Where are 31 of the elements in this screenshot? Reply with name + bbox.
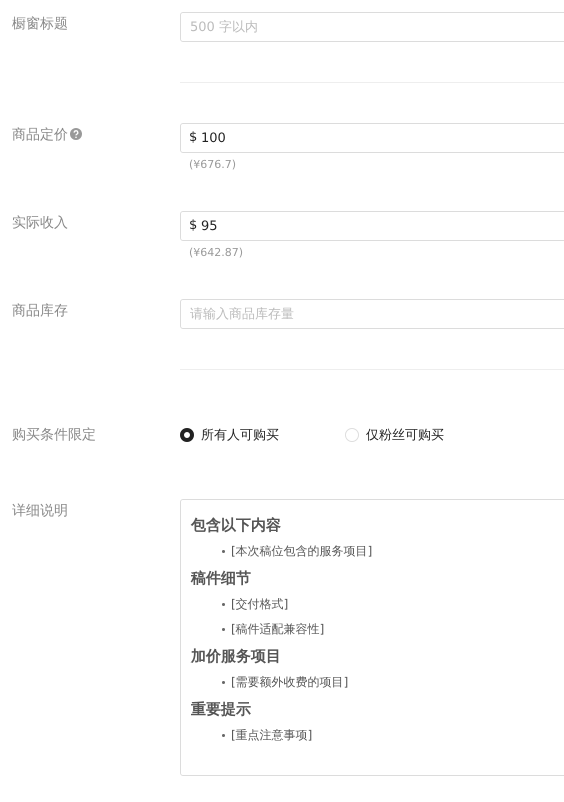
field-label: 橱窗标题 — [12, 15, 68, 33]
field-label: 商品定价 — [12, 126, 68, 144]
currency-symbol: $ — [189, 218, 198, 233]
radio-option[interactable]: 仅粉丝可购买 — [345, 426, 444, 444]
list-item: [重点注意事项] — [231, 727, 312, 744]
currency-symbol: $ — [189, 130, 198, 145]
converted-price: (¥676.7) — [189, 158, 236, 171]
bullet-icon — [222, 734, 225, 737]
radio-option[interactable]: 所有人可购买 — [180, 426, 279, 444]
help-icon[interactable] — [70, 128, 82, 140]
bullet-icon — [222, 628, 225, 631]
text-input[interactable]: 请输入商品库存量 — [180, 299, 564, 329]
field-label: 购买条件限定 — [12, 426, 96, 444]
bullet-icon — [222, 603, 225, 606]
section-heading: 加价服务项目 — [191, 646, 281, 667]
description-editor[interactable]: 包含以下内容 [本次稿位包含的服务项目] 稿件细节 [交付格式] [稿件适配兼容性] 加价服务项目 [需要额外收费的项目] 重要提示 [重点注意事项] — [180, 499, 564, 776]
converted-price: (¥642.87) — [189, 246, 244, 259]
bullet-icon — [222, 550, 225, 553]
radio-button[interactable] — [180, 428, 194, 442]
list-item: [本次稿位包含的服务项目] — [231, 543, 372, 560]
text-input[interactable]: 500 字以内 — [180, 12, 564, 42]
section-heading: 稿件细节 — [191, 568, 251, 589]
list-item: [交付格式] — [231, 596, 288, 613]
field-label: 详细说明 — [12, 502, 68, 520]
list-item: [需要额外收费的项目] — [231, 674, 348, 691]
field-label: 商品库存 — [12, 302, 68, 320]
list-item: [稿件适配兼容性] — [231, 621, 324, 638]
section-heading: 包含以下内容 — [191, 515, 281, 536]
field-label: 实际收入 — [12, 214, 68, 232]
section-heading: 重要提示 — [191, 699, 251, 720]
bullet-icon — [222, 681, 225, 684]
